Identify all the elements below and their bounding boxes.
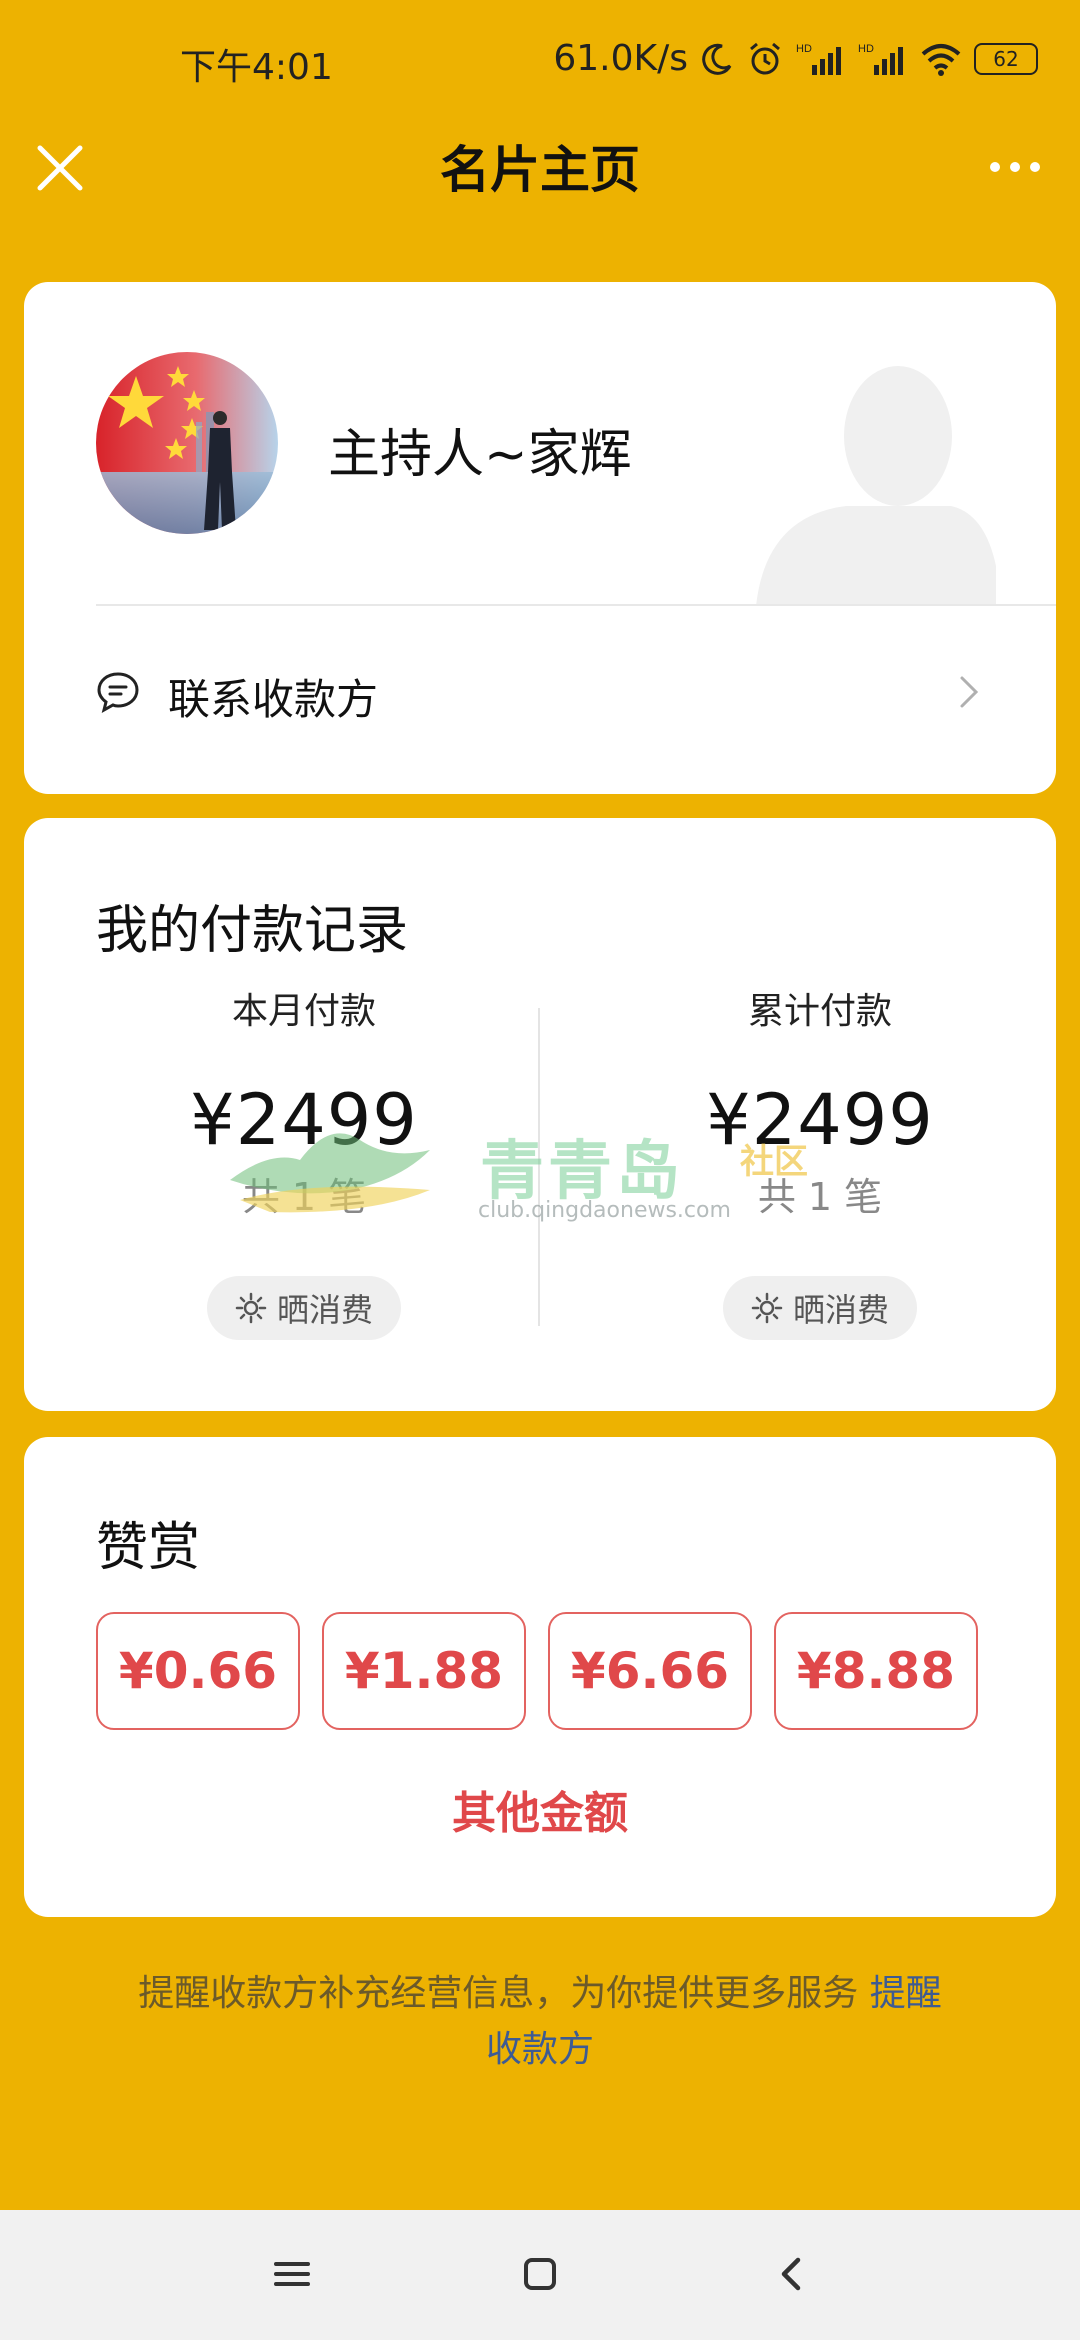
total-payment-amount: ¥2499: [706, 1079, 934, 1161]
status-time: 下午4:01: [180, 47, 333, 88]
monthly-payment-amount: ¥2499: [190, 1079, 418, 1161]
total-payment: 累计付款 ¥2499 共 1 笔 晒消费: [620, 988, 1020, 1340]
payment-records-card: 我的付款记录 本月付款 ¥2499 共 1 笔 晒消费 累计付款 ¥2499 共…: [24, 818, 1056, 1411]
chevron-right-icon: [960, 676, 979, 708]
person-silhouette-icon: [756, 366, 996, 606]
profile-card: 主持人~家辉 联系收款方: [24, 282, 1056, 794]
section-title-reward: 赞赏: [96, 1518, 201, 1578]
avatar-image: [96, 352, 278, 534]
more-dot-icon: [990, 162, 1000, 172]
monthly-payment: 本月付款 ¥2499 共 1 笔 晒消费: [104, 988, 504, 1340]
status-icons: 61.0K/s HD HD 62: [553, 38, 1038, 79]
system-nav-bar: [0, 2210, 1080, 2340]
battery-icon: 62: [974, 42, 1038, 75]
more-options-button[interactable]: [980, 142, 1050, 192]
share-spending-label: 晒消费: [792, 1291, 889, 1329]
more-dot-icon: [1030, 162, 1040, 172]
alarm-icon: [750, 42, 780, 74]
share-spending-button[interactable]: 晒消费: [207, 1276, 401, 1340]
reward-amounts: ¥0.66 ¥1.88 ¥6.66 ¥8.88: [96, 1612, 978, 1730]
monthly-payment-label: 本月付款: [231, 991, 376, 1032]
profile-name: 主持人~家辉: [328, 425, 632, 485]
battery-level: 62: [993, 46, 1019, 71]
menu-icon[interactable]: [270, 2252, 314, 2296]
svg-text:HD: HD: [796, 43, 812, 55]
reward-amount-button[interactable]: ¥8.88: [774, 1612, 978, 1730]
sun-icon: [235, 1292, 267, 1324]
section-title-payments: 我的付款记录: [96, 901, 409, 961]
signal-hd-icon-2: HD: [858, 43, 903, 75]
reward-amount-button[interactable]: ¥0.66: [96, 1612, 300, 1730]
reminder-text: 提醒收款方补充经营信息，为你提供更多服务 提醒收款方: [130, 1966, 950, 2078]
more-dot-icon: [1010, 162, 1020, 172]
total-payment-count: 共 1 笔: [757, 1175, 883, 1219]
wifi-icon: [921, 43, 961, 76]
reward-amount-button[interactable]: ¥6.66: [548, 1612, 752, 1730]
svg-text:HD: HD: [858, 43, 874, 55]
monthly-payment-count: 共 1 笔: [241, 1175, 367, 1219]
signal-hd-icon: HD: [796, 43, 841, 75]
share-spending-label: 晒消费: [276, 1291, 373, 1329]
contact-payee-row[interactable]: 联系收款方: [24, 606, 1056, 794]
page-title: 名片主页: [440, 141, 640, 199]
status-bar: 下午4:01 61.0K/s HD HD 62: [0, 0, 1080, 120]
network-speed: 61.0K/s: [553, 38, 688, 79]
home-icon[interactable]: [518, 2252, 562, 2296]
reward-amount-button[interactable]: ¥1.88: [322, 1612, 526, 1730]
back-icon[interactable]: [770, 2252, 814, 2296]
reminder-message: 提醒收款方补充经营信息，为你提供更多服务: [138, 1973, 870, 2014]
contact-payee-label: 联系收款方: [168, 675, 379, 724]
reward-card: 赞赏 ¥0.66 ¥1.88 ¥6.66 ¥8.88 其他金额: [24, 1437, 1056, 1917]
chat-bubble-icon: [97, 672, 139, 713]
total-payment-label: 累计付款: [747, 991, 892, 1032]
column-divider: [538, 1008, 540, 1326]
share-spending-button[interactable]: 晒消费: [723, 1276, 917, 1340]
avatar[interactable]: [96, 352, 278, 534]
moon-icon: [702, 43, 732, 75]
title-bar: 名片主页: [0, 120, 1080, 280]
sun-icon: [751, 1292, 783, 1324]
other-amount-link[interactable]: 其他金额: [24, 1777, 1056, 1841]
